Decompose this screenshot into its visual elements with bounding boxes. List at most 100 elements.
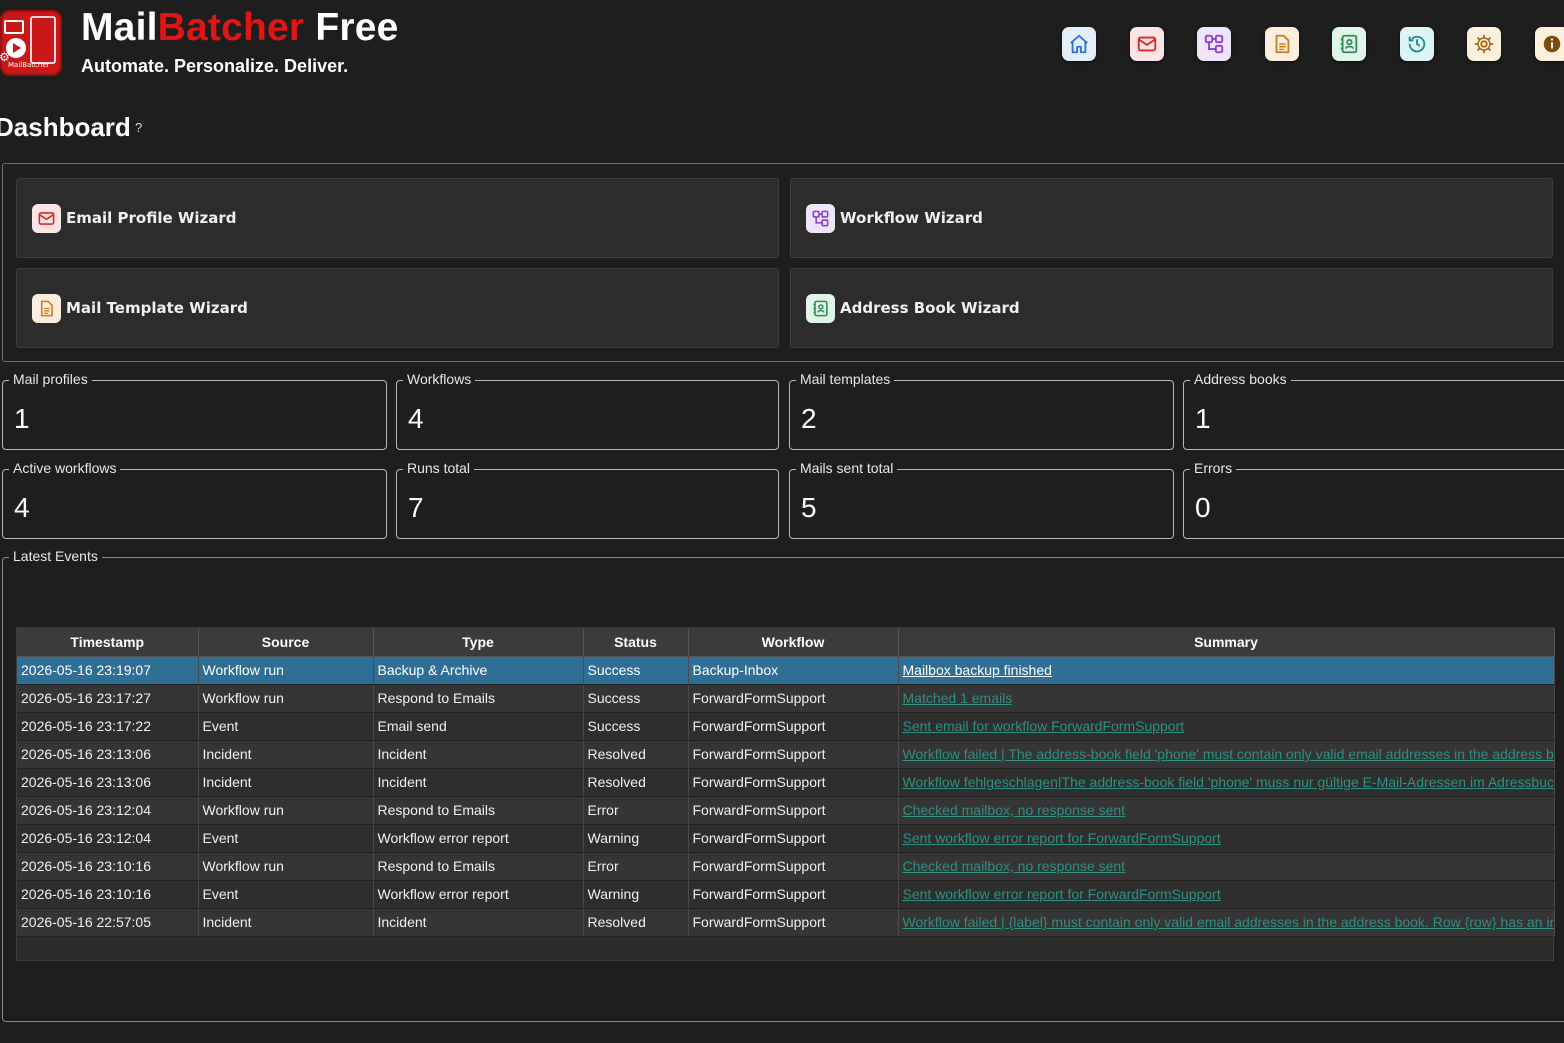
cell-workflow: ForwardFormSupport (688, 880, 899, 909)
summary-link[interactable]: Checked mailbox, no response sent (903, 802, 1126, 818)
summary-link[interactable]: Workflow failed | {label} must contain o… (903, 914, 1554, 930)
nav-history-button[interactable] (1400, 27, 1434, 61)
document-icon (32, 293, 61, 323)
table-header-row: Timestamp Source Type Status Workflow Su… (17, 628, 1555, 657)
cell-type: Workflow error report (373, 824, 584, 853)
latest-events-panel: Latest Events Timestamp Source Type Stat… (2, 548, 1564, 1022)
info-icon (1543, 35, 1561, 53)
cell-workflow: ForwardFormSupport (688, 908, 899, 937)
nav-address-book-button[interactable] (1332, 27, 1366, 61)
table-row[interactable]: 2026-05-16 23:10:16 Event Workflow error… (17, 880, 1555, 909)
table-row[interactable]: 2026-05-16 23:12:04 Workflow run Respond… (17, 796, 1555, 825)
stat-label: Mail templates (796, 371, 895, 387)
cell-summary: Sent workflow error report for ForwardFo… (898, 824, 1555, 853)
app-title-part3: Free (304, 6, 399, 49)
summary-link[interactable]: Workflow fehlgeschlagen|The address-book… (903, 774, 1554, 790)
email-profile-wizard-label: Email Profile Wizard (66, 209, 237, 227)
column-header-workflow[interactable]: Workflow (688, 628, 899, 657)
stat-value: 7 (408, 492, 424, 523)
workflow-wizard-button[interactable]: Workflow Wizard (790, 178, 1553, 258)
column-header-type[interactable]: Type (373, 628, 584, 657)
cell-status: Success (583, 712, 689, 741)
table-row[interactable]: 2026-05-16 22:57:05 Incident Incident Re… (17, 908, 1555, 937)
stat-value: 2 (801, 403, 817, 434)
cell-workflow: ForwardFormSupport (688, 852, 899, 881)
stat-label: Mails sent total (796, 460, 898, 476)
cell-status: Resolved (583, 908, 689, 937)
column-header-timestamp[interactable]: Timestamp (17, 628, 199, 657)
cell-summary: Checked mailbox, no response sent (898, 796, 1555, 825)
summary-link[interactable]: Sent email for workflow ForwardFormSuppo… (903, 718, 1185, 734)
summary-link[interactable]: Matched 1 emails (903, 690, 1013, 706)
cell-timestamp: 2026-05-16 23:13:06 (17, 740, 199, 769)
address-book-icon (806, 293, 835, 323)
history-icon (1408, 35, 1426, 53)
stat-mail-profiles: Mail profiles 1 (2, 371, 387, 450)
address-book-wizard-button[interactable]: Address Book Wizard (790, 268, 1553, 348)
home-icon (1070, 34, 1088, 54)
app-logo: ⚙ MailBatcher (0, 10, 62, 76)
cell-timestamp: 2026-05-16 23:10:16 (17, 852, 199, 881)
cell-timestamp: 2026-05-16 22:57:05 (17, 908, 199, 937)
help-button[interactable]: ? (135, 120, 142, 135)
nav-info-button[interactable] (1535, 27, 1564, 61)
cell-status: Error (583, 852, 689, 881)
table-row[interactable]: 2026-05-16 23:13:06 Incident Incident Re… (17, 740, 1555, 769)
table-row[interactable]: 2026-05-16 23:17:22 Event Email send Suc… (17, 712, 1555, 741)
nav-templates-button[interactable] (1265, 27, 1299, 61)
document-icon (1275, 34, 1290, 54)
cell-source: Workflow run (198, 852, 374, 881)
stat-active-workflows: Active workflows 4 (2, 460, 387, 539)
summary-link[interactable]: Checked mailbox, no response sent (903, 858, 1126, 874)
workflow-icon (806, 203, 835, 233)
cell-type: Incident (373, 768, 584, 797)
cell-type: Backup & Archive (373, 656, 584, 685)
summary-link[interactable]: Workflow failed | The address-book field… (903, 746, 1554, 762)
cell-summary: Sent workflow error report for ForwardFo… (898, 880, 1555, 909)
mail-template-wizard-button[interactable]: Mail Template Wizard (16, 268, 779, 348)
logo-document-icon (30, 16, 56, 64)
stat-label: Active workflows (9, 460, 121, 476)
summary-link[interactable]: Sent workflow error report for ForwardFo… (903, 886, 1221, 902)
events-table[interactable]: Timestamp Source Type Status Workflow Su… (16, 627, 1555, 961)
stat-value: 4 (408, 403, 424, 434)
cell-timestamp: 2026-05-16 23:12:04 (17, 796, 199, 825)
email-profile-wizard-button[interactable]: Email Profile Wizard (16, 178, 779, 258)
cell-timestamp: 2026-05-16 23:13:06 (17, 768, 199, 797)
stat-value: 4 (14, 492, 30, 523)
cell-workflow: ForwardFormSupport (688, 796, 899, 825)
workflow-wizard-label: Workflow Wizard (840, 209, 983, 227)
stat-mail-templates: Mail templates 2 (789, 371, 1174, 450)
app-title: MailBatcher Free (81, 6, 399, 50)
stat-value: 5 (801, 492, 817, 523)
table-row[interactable]: 2026-05-16 23:12:04 Event Workflow error… (17, 824, 1555, 853)
cell-type: Email send (373, 712, 584, 741)
wizard-panel: Email Profile Wizard Workflow Wizard Mai… (2, 163, 1564, 362)
nav-mail-button[interactable] (1130, 27, 1164, 61)
table-row[interactable]: 2026-05-16 23:13:06 Incident Incident Re… (17, 768, 1555, 797)
cell-summary: Mailbox backup finished (898, 656, 1555, 685)
stat-value: 0 (1195, 492, 1211, 523)
column-header-summary[interactable]: Summary (898, 628, 1555, 657)
summary-link[interactable]: Sent workflow error report for ForwardFo… (903, 830, 1221, 846)
gear-icon (1474, 34, 1494, 54)
latest-events-label: Latest Events (9, 548, 102, 564)
mail-icon (1137, 36, 1157, 52)
nav-workflow-button[interactable] (1197, 27, 1231, 61)
stat-workflows: Workflows 4 (396, 371, 779, 450)
cell-source: Event (198, 712, 374, 741)
cell-timestamp: 2026-05-16 23:12:04 (17, 824, 199, 853)
column-header-source[interactable]: Source (198, 628, 374, 657)
column-header-status[interactable]: Status (583, 628, 689, 657)
app-title-part1: Mail (81, 6, 158, 49)
cell-source: Incident (198, 768, 374, 797)
nav-home-button[interactable] (1062, 27, 1096, 61)
summary-link[interactable]: Mailbox backup finished (903, 662, 1052, 678)
nav-settings-button[interactable] (1467, 27, 1501, 61)
table-row[interactable]: 2026-05-16 23:19:07 Workflow run Backup … (17, 656, 1555, 685)
table-row[interactable]: 2026-05-16 23:10:16 Workflow run Respond… (17, 852, 1555, 881)
table-row[interactable]: 2026-05-16 23:17:27 Workflow run Respond… (17, 684, 1555, 713)
cell-status: Success (583, 684, 689, 713)
address-book-wizard-label: Address Book Wizard (840, 299, 1020, 317)
cell-status: Resolved (583, 768, 689, 797)
